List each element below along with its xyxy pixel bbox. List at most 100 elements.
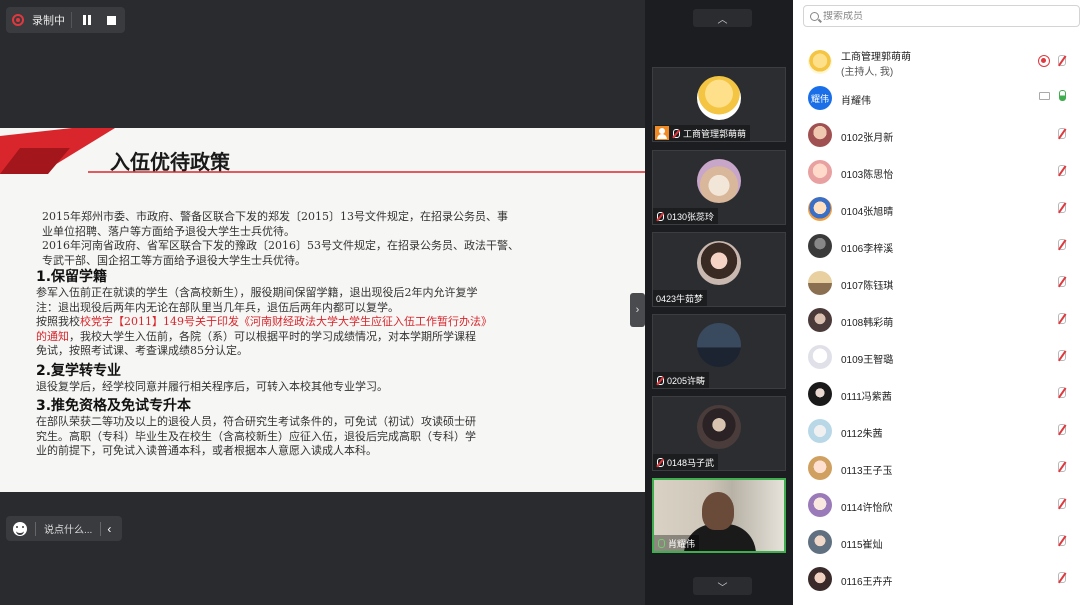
slide-text-line: 注：退出现役后两年内无论在部队里当几年兵，退伍后两年内都可以复学。 [36,300,399,314]
mic-muted-icon[interactable] [1058,424,1066,435]
video-tile-label: 0148马子武 [653,454,719,470]
participant-name: 工商管理郭萌萌 [683,128,747,139]
avatar [808,345,832,369]
avatar [697,405,741,449]
member-search-box[interactable] [803,5,1080,27]
pause-recording-button[interactable] [78,11,96,29]
avatar [808,530,832,554]
avatar [697,159,741,203]
avatar [808,308,832,332]
member-row[interactable]: 0115崔灿 [793,524,1080,560]
mic-muted-icon [673,128,680,138]
search-icon [810,11,819,21]
slide-text-line: 参军入伍前正在就读的学生（含高校新生），服役期间保留学籍，退出现役后2年内允许复… [36,286,478,299]
member-row[interactable]: 0103陈思怡 [793,154,1080,190]
chevron-left-icon[interactable]: ‹ [107,522,111,536]
avatar [697,76,741,120]
member-row[interactable]: 0104张旭晴 [793,191,1080,227]
video-tile[interactable]: 0205许畴 [652,314,786,389]
mic-muted-icon[interactable] [1058,350,1066,361]
member-name: 0114许怡欣 [841,503,893,514]
chat-input-placeholder[interactable]: 说点什么... [44,521,92,536]
policy-reference: 校党字【2011】149号关于印发《河南财经政法大学大学生应征入伍工作暂行办法》 [80,315,492,328]
member-row[interactable]: 0111冯紫茜 [793,376,1080,412]
stop-recording-button[interactable] [102,11,120,29]
recording-label: 录制中 [32,15,65,27]
mic-muted-icon[interactable] [1058,387,1066,398]
member-name: 0106李梓溪 [841,244,894,255]
mic-muted-icon[interactable] [1058,55,1066,66]
member-row[interactable]: 0114许怡欣 [793,487,1080,523]
avatar [697,323,741,367]
slide-text-line: 究生。高职（专科）毕业生及在校生（含高校新生）应征入伍，退役后完成高职（专科）学 [36,429,476,443]
mic-muted-icon[interactable] [1058,535,1066,546]
slide-text-line: 2015年郑州市委、市政府、警备区联合下发的郑发〔2015〕13号文件规定，在招… [42,210,508,223]
member-search-input[interactable] [823,10,1063,22]
recording-icon [1038,55,1050,67]
member-name: 0104张旭晴 [841,207,894,218]
member-row[interactable]: 耀伟 肖耀伟 [793,80,1080,116]
slide-text-line: 的通知，我校大学生入伍前，各院（系）可以根据平时的学习成绩情况，对本学期所学课程 [36,330,596,345]
member-row[interactable]: 0102张月新 [793,117,1080,153]
member-row[interactable]: 0106李梓溪 [793,228,1080,264]
avatar [808,234,832,258]
collapse-video-column-button[interactable]: › [630,293,645,327]
video-tile[interactable]: 0423牛茹梦 [652,232,786,307]
member-row[interactable]: 0109王智璐 [793,339,1080,375]
video-tile[interactable]: 工商管理郭萌萌 [652,67,786,142]
video-tile-label: 0205许畴 [653,372,710,388]
mic-muted-icon[interactable] [1058,461,1066,472]
member-name: 0113王子玉 [841,466,893,477]
member-row[interactable]: 0108韩彩萌 [793,302,1080,338]
mic-muted-icon[interactable] [1058,202,1066,213]
member-row-host[interactable]: 工商管理郭萌萌 (主持人, 我) [793,44,1080,80]
video-tile-label: 0130张蕊玲 [653,208,719,224]
mic-muted-icon[interactable] [1058,313,1066,324]
member-name: 0109王智璐 [841,355,894,366]
avatar [808,123,832,147]
divider [71,12,72,28]
host-icon [655,126,669,140]
active-speaker-video-tile[interactable]: 肖耀伟 [652,478,786,553]
camera-feed [702,492,734,530]
mic-muted-icon[interactable] [1058,239,1066,250]
member-row[interactable]: 0107陈钰琪 [793,265,1080,301]
scroll-up-button[interactable]: ︿ [693,9,752,27]
participant-name: 肖耀伟 [668,538,696,549]
mic-muted-icon [657,375,664,385]
participant-name: 0148马子武 [667,457,715,468]
video-tile[interactable]: 0148马子武 [652,396,786,471]
avatar [808,567,832,591]
video-tile[interactable]: 0130张蕊玲 [652,150,786,225]
member-name: 0116王卉卉 [841,577,893,588]
mic-muted-icon[interactable] [1058,128,1066,139]
avatar [808,197,832,221]
scroll-down-button[interactable]: ﹀ [693,577,752,595]
member-row[interactable]: 0116王卉卉 [793,561,1080,597]
divider [35,521,36,536]
slide-title: 入伍优待政策 [110,150,230,174]
avatar [808,419,832,443]
chat-input-bar[interactable]: 说点什么... ‹ [6,516,122,541]
slide-text-line: 免试，按照考试课、考查课成绩85分认定。 [36,344,248,357]
member-name: 0111冯紫茜 [841,392,892,403]
mic-muted-icon[interactable] [1058,276,1066,287]
member-list-panel: 工商管理郭萌萌 (主持人, 我) 耀伟 肖耀伟 0102张月新 0103陈思怡 … [793,0,1080,605]
member-name: 0103陈思怡 [841,170,894,181]
mic-muted-icon[interactable] [1058,498,1066,509]
avatar [808,493,832,517]
avatar [808,456,832,480]
mic-muted-icon[interactable] [1058,165,1066,176]
mic-muted-icon [657,211,664,221]
slide-text-line: 专武干部、国企招工等方面给予退役大学生士兵优待。 [42,253,306,267]
avatar [808,382,832,406]
mic-active-icon[interactable] [1059,90,1066,101]
member-row[interactable]: 0112朱茜 [793,413,1080,449]
mic-muted-icon[interactable] [1058,572,1066,583]
member-row[interactable]: 0113王子玉 [793,450,1080,486]
emoji-icon[interactable] [13,521,27,536]
section-heading: 2.复学转专业 [36,362,122,379]
section-heading: 3.推免资格及免试专升本 [36,398,192,414]
member-name: 0115崔灿 [841,540,883,551]
slide-text-line: 在部队荣获二等功及以上的退役人员，符合研究生考试条件的，可免试（初试）攻读硕士研 [36,415,476,428]
